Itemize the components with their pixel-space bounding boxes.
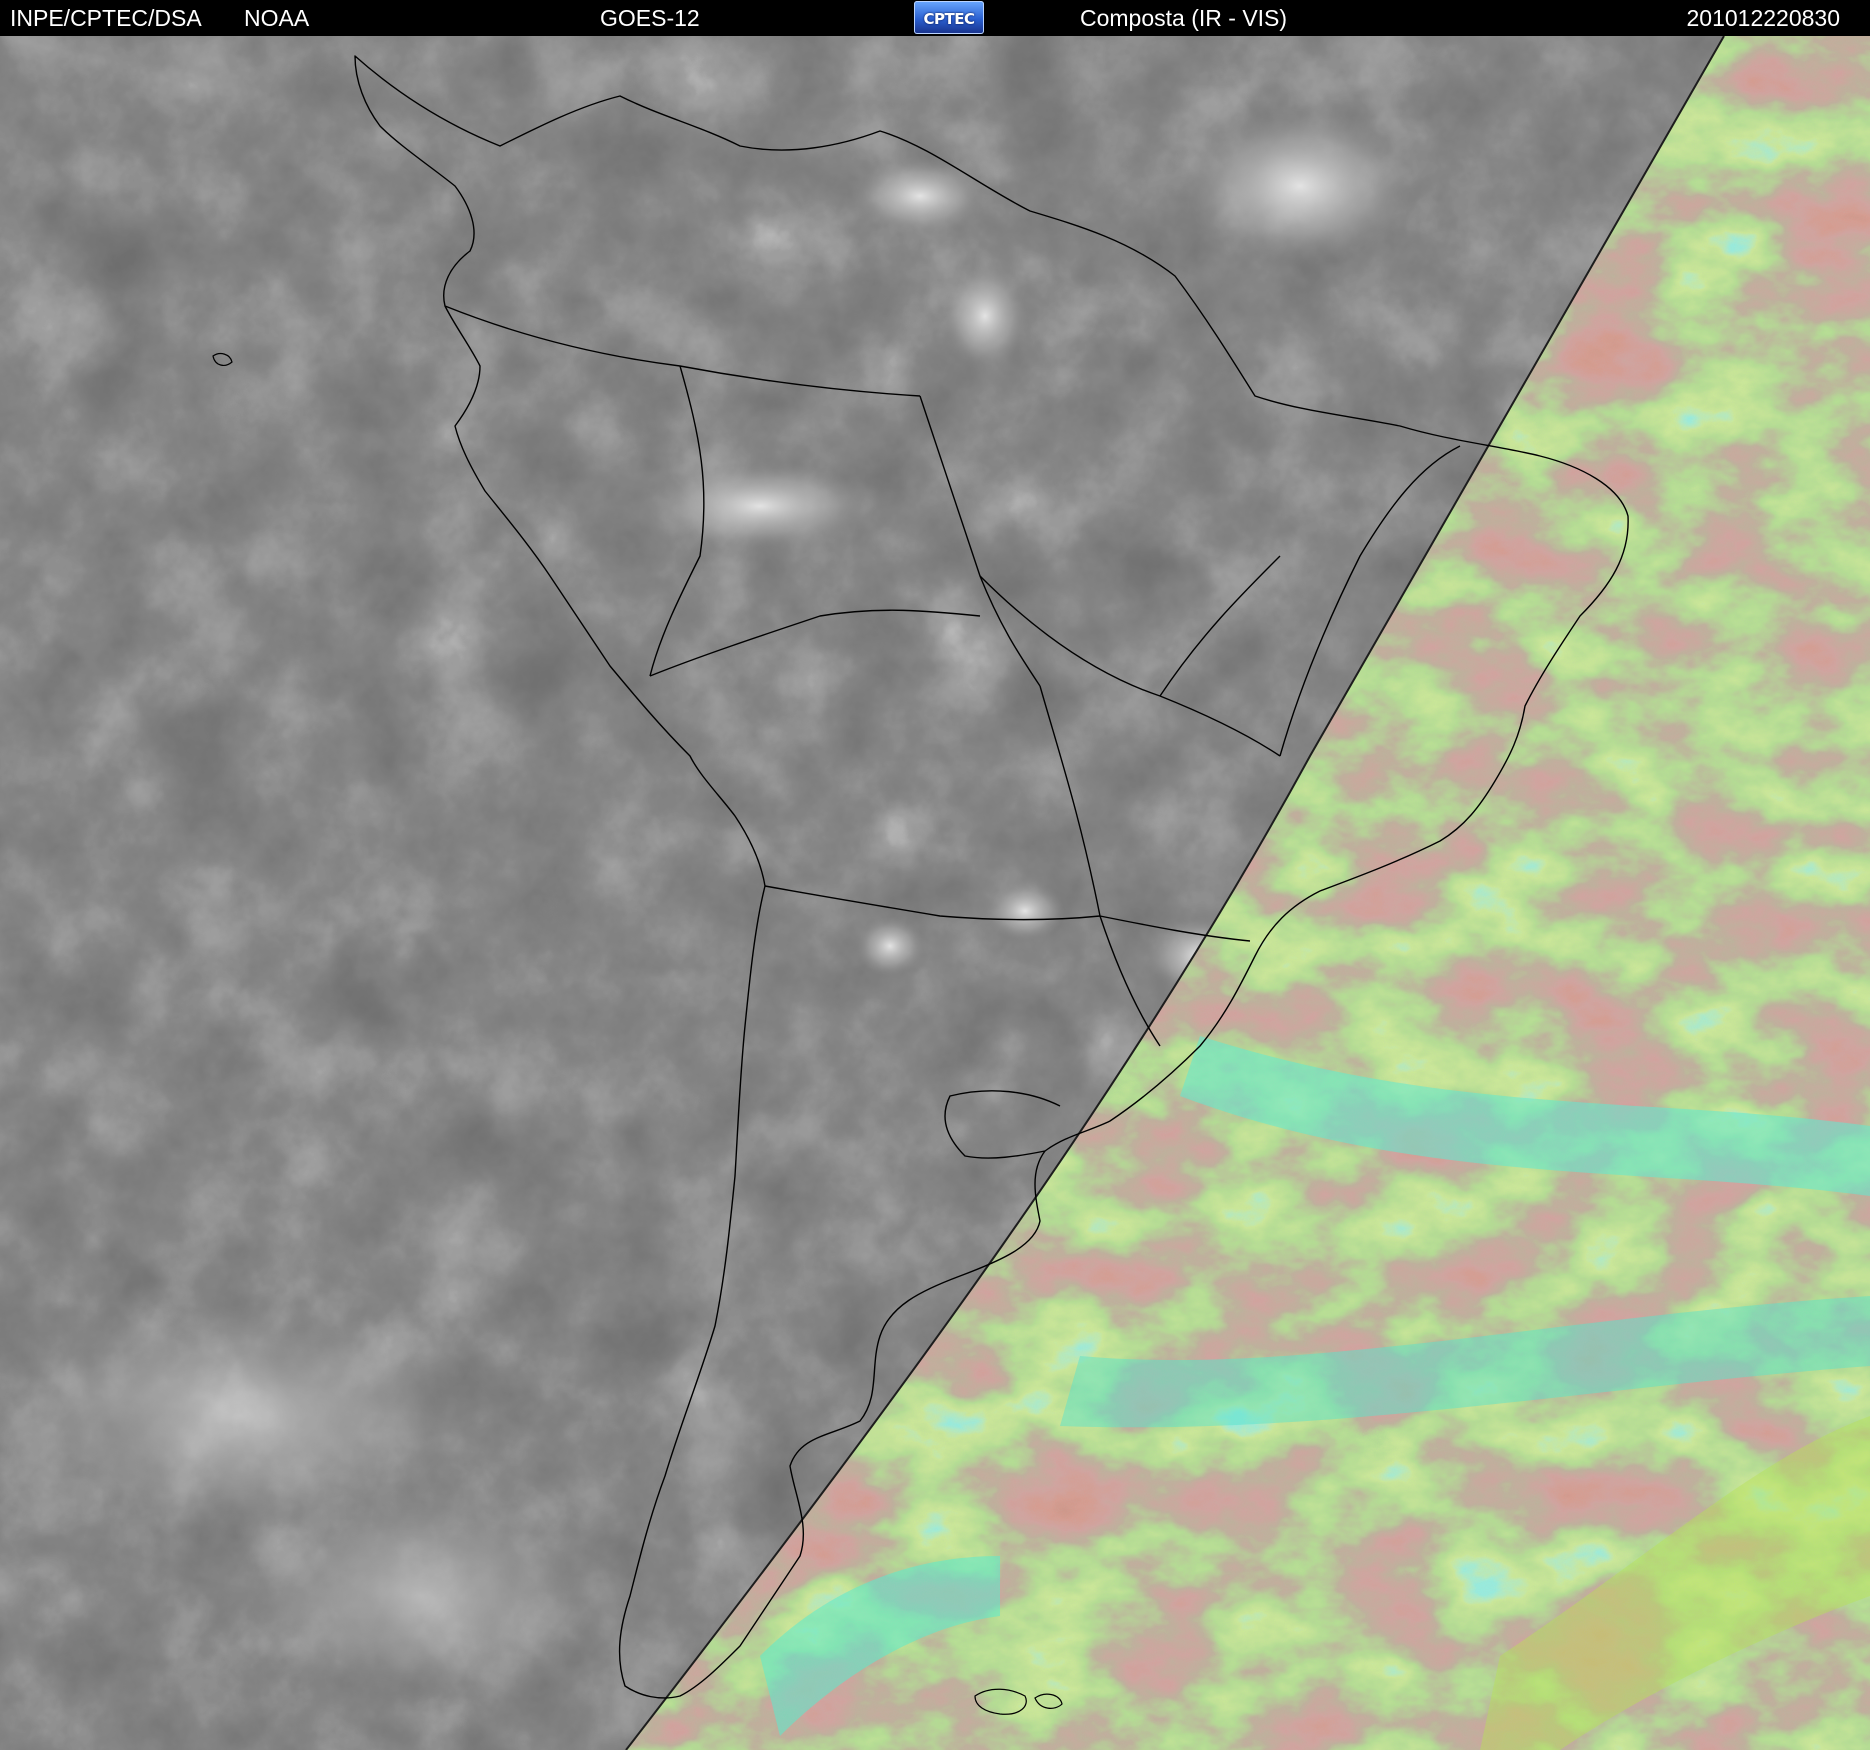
composite-svg: [0, 36, 1870, 1750]
timestamp-label: 201012220830: [1686, 5, 1841, 31]
source-label: INPE/CPTEC/DSA: [10, 5, 202, 31]
satellite-label: GOES-12: [600, 5, 700, 31]
satellite-composite-image: [0, 36, 1870, 1750]
agency-label: NOAA: [244, 5, 310, 31]
image-header-bar: INPE/CPTEC/DSA NOAA GOES-12 CPTEC Compos…: [0, 0, 1870, 36]
product-label: Composta (IR - VIS): [1080, 5, 1288, 31]
satellite-image-viewer: INPE/CPTEC/DSA NOAA GOES-12 CPTEC Compos…: [0, 0, 1870, 1750]
logo-text: CPTEC: [923, 10, 976, 28]
cptec-logo: CPTEC: [914, 1, 984, 34]
